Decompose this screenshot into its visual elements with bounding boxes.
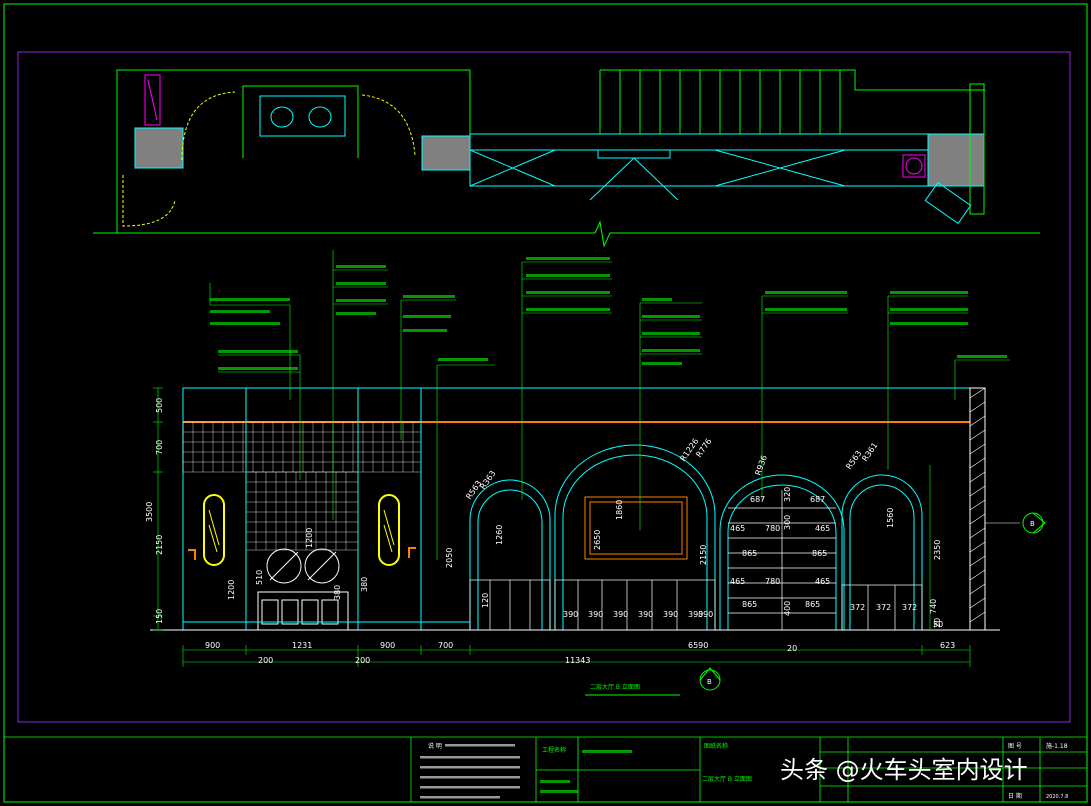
oval-mirror-left xyxy=(203,494,225,566)
axis-marker-bottom: B xyxy=(699,667,721,691)
watermark-text: 头条 @火车头室内设计 xyxy=(780,756,1028,784)
cabinet-dim-372-c: 372 xyxy=(902,603,917,612)
tv-dim-1860: 1860 xyxy=(615,500,624,520)
arch-dim-1560: 1560 xyxy=(886,508,895,528)
shelf-dim-7: 780 xyxy=(765,577,780,586)
dim-1231: 1231 xyxy=(292,641,312,650)
dim-left-3500: 3500 xyxy=(145,502,154,522)
dim-200-b: 200 xyxy=(355,656,370,665)
dim-right-50: 50 xyxy=(933,620,943,629)
axis-label-bottom: B xyxy=(707,678,712,686)
notes-label: 说 明 xyxy=(428,742,442,750)
arch-radius-5: R936 xyxy=(753,454,769,477)
vanity-dim-510: 510 xyxy=(255,570,264,585)
axis-label-right: B xyxy=(1030,520,1035,528)
dim-20: 20 xyxy=(787,644,797,653)
dim-11343: 11343 xyxy=(565,656,590,665)
shelf-dim-320: 320 xyxy=(783,487,792,502)
arch-dim-2650: 2650 xyxy=(593,530,602,550)
plan-view xyxy=(93,69,1040,248)
vanity-dim-1200: 1200 xyxy=(227,580,236,600)
arch-radius-2: R363 xyxy=(478,469,497,491)
shelf-dim-10: 865 xyxy=(805,600,820,609)
drawing-no-label: 图 号 xyxy=(1008,743,1022,750)
dimension-lines xyxy=(153,387,971,667)
dim-right-2350: 2350 xyxy=(933,540,942,560)
shelf-dim-5: 865 xyxy=(812,549,827,558)
cabinet-dim-372-b: 372 xyxy=(876,603,891,612)
oval-mirror-right xyxy=(378,494,400,566)
drawing-no: 施-1.18 xyxy=(1046,742,1068,750)
dim-left-500: 500 xyxy=(155,398,164,413)
cabinet-dim-4: 390 xyxy=(638,610,653,619)
shelf-dim-8: 465 xyxy=(815,577,830,586)
shelf-dim-400: 400 xyxy=(783,601,792,616)
axis-marker-right: B xyxy=(985,512,1046,534)
arch-dim-2150: 2150 xyxy=(699,545,708,565)
arch-radius-7: R361 xyxy=(860,441,879,463)
cabinet-dim-740: 740 xyxy=(929,599,938,614)
vanity-dim-380-b: 380 xyxy=(360,577,369,592)
design-label: 图纸名称 xyxy=(704,742,728,750)
vanity-dim-1200-b: 1200 xyxy=(305,528,314,548)
cabinet-dim-2: 390 xyxy=(588,610,603,619)
shelf-dim-300: 300 xyxy=(783,515,792,530)
cabinet-dim-1: 390 xyxy=(563,610,578,619)
shelf-dim-6: 465 xyxy=(730,577,745,586)
shelf-dim-687-b: 687 xyxy=(810,495,825,504)
dim-900-a: 900 xyxy=(205,641,220,650)
cabinet-dim-120: 120 xyxy=(481,593,490,608)
shelf-dim-1: 465 xyxy=(730,524,745,533)
shelf-dim-9: 865 xyxy=(742,600,757,609)
arch-radius-6: R563 xyxy=(844,449,863,471)
cad-drawing-canvas: 900 1231 900 700 6590 623 200 200 11343 … xyxy=(3,3,1088,803)
outer-border xyxy=(3,3,1088,803)
display-shelves xyxy=(728,490,836,630)
dim-left-700: 700 xyxy=(155,440,164,455)
project-name-label: 工程名称 xyxy=(542,746,566,754)
shelf-dim-3: 465 xyxy=(815,524,830,533)
date-value: 2020.7.8 xyxy=(1046,794,1068,800)
dim-6590: 6590 xyxy=(688,641,708,650)
dim-700: 700 xyxy=(438,641,453,650)
cabinet-dim-7: 390 xyxy=(698,610,713,619)
drawing-title-block-title: 二层大厅 B 立面图 xyxy=(702,775,752,783)
arch-dim-2050: 2050 xyxy=(445,548,454,568)
drawing-caption: 二层大厅 B 立面图 xyxy=(590,683,640,691)
annotation-notes xyxy=(210,257,1007,370)
date-label: 日 期 xyxy=(1008,792,1022,800)
dim-left-150: 150 xyxy=(155,609,164,624)
shelf-dim-2: 780 xyxy=(765,524,780,533)
cabinet-dim-372-a: 372 xyxy=(850,603,865,612)
shelf-dim-687-a: 687 xyxy=(750,495,765,504)
arch-dim-1260: 1260 xyxy=(495,525,504,545)
cabinet-dim-5: 390 xyxy=(663,610,678,619)
shelf-dim-4: 865 xyxy=(742,549,757,558)
arch-2-central xyxy=(554,444,716,630)
dim-900-b: 900 xyxy=(380,641,395,650)
dim-623: 623 xyxy=(940,641,955,650)
elevation-view xyxy=(150,387,1000,631)
dim-left-2150: 2150 xyxy=(155,535,164,555)
cabinet-dim-3: 390 xyxy=(613,610,628,619)
dim-200-a: 200 xyxy=(258,656,273,665)
vanity-dim-380-a: 380 xyxy=(333,585,342,600)
